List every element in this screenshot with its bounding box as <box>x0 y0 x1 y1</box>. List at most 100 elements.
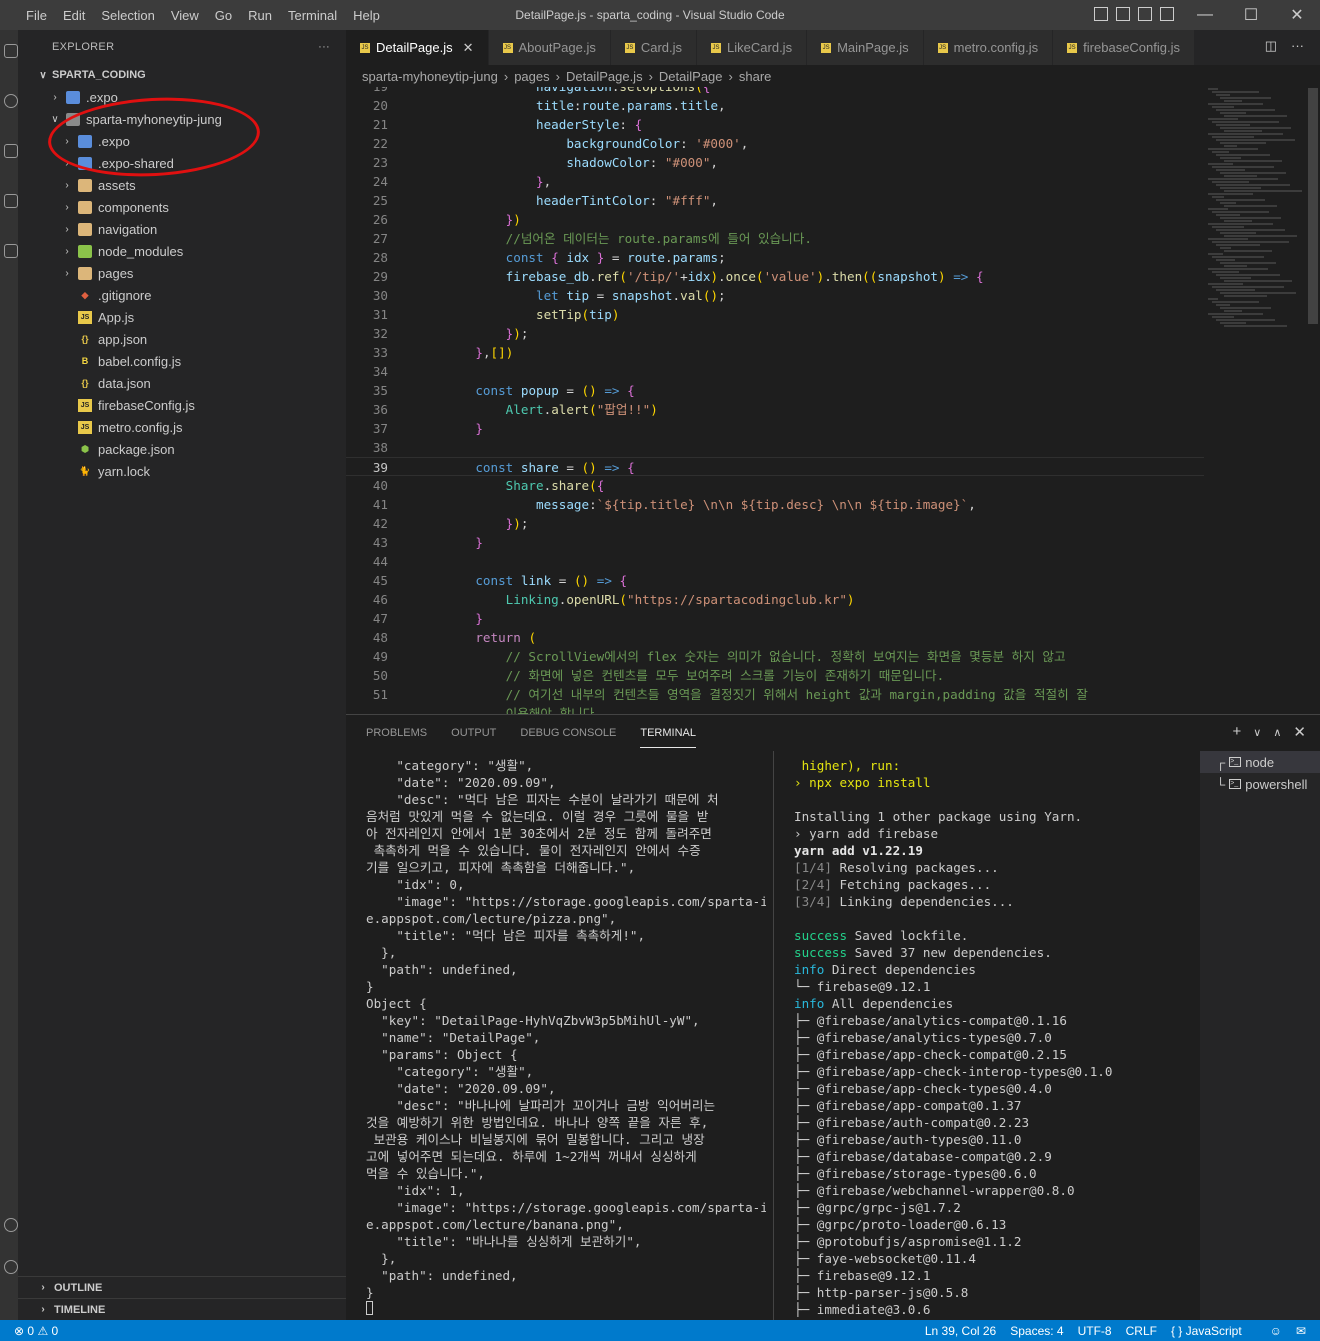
code-line[interactable]: 39 const share = () => { <box>346 457 1204 476</box>
menu-item[interactable]: Selection <box>93 8 162 23</box>
code-line[interactable]: 46 Linking.openURL("https://spartacoding… <box>346 590 1204 609</box>
account-icon[interactable] <box>4 1218 18 1232</box>
line-endings[interactable]: CRLF <box>1126 1324 1157 1338</box>
code-line[interactable]: 44 <box>346 552 1204 571</box>
menu-item[interactable]: File <box>18 8 55 23</box>
terminal-split-divider[interactable] <box>773 751 774 1321</box>
code-line[interactable]: 51 // 여기선 내부의 컨텐츠들 영역을 결정짓기 위해서 height 값… <box>346 685 1204 704</box>
timeline-section[interactable]: › TIMELINE <box>18 1298 346 1320</box>
code-line[interactable]: 35 const popup = () => { <box>346 381 1204 400</box>
code-line[interactable]: 이용해야 합니다. <box>346 704 1204 714</box>
split-editor-icon[interactable]: ◫ <box>1265 38 1277 54</box>
tree-item[interactable]: › navigation <box>18 218 346 240</box>
code-line[interactable]: 31 setTip(tip) <box>346 305 1204 324</box>
menu-item[interactable]: Help <box>345 8 388 23</box>
notifications-icon[interactable]: ✉ <box>1296 1324 1306 1338</box>
tree-item[interactable]: JS App.js <box>18 306 346 328</box>
code-line[interactable]: 47 } <box>346 609 1204 628</box>
chevron-up-icon[interactable]: ∧ <box>1273 726 1281 741</box>
outline-section[interactable]: › OUTLINE <box>18 1276 346 1298</box>
feedback-icon[interactable]: ☺ <box>1270 1324 1282 1338</box>
breadcrumb-item[interactable]: share <box>739 69 772 84</box>
code-line[interactable]: 50 // 화면에 넣은 컨텐츠를 모두 보여주려 스크롤 기능이 존재하기 때… <box>346 666 1204 685</box>
search-icon[interactable] <box>4 94 18 108</box>
code-line[interactable]: 25 headerTintColor: "#fff", <box>346 191 1204 210</box>
menu-item[interactable]: Run <box>240 8 280 23</box>
workspace-root[interactable]: ∨ SPARTA_CODING <box>18 64 346 86</box>
minimap[interactable] <box>1204 87 1320 387</box>
code-line[interactable]: 21 headerStyle: { <box>346 115 1204 134</box>
maximize-icon[interactable]: ☐ <box>1228 0 1274 30</box>
code-line[interactable]: 38 <box>346 438 1204 457</box>
code-line[interactable]: 40 Share.share({ <box>346 476 1204 495</box>
extensions-icon[interactable] <box>4 244 18 258</box>
code-line[interactable]: 29 firebase_db.ref('/tip/'+idx).once('va… <box>346 267 1204 286</box>
toggle-secondary-sidebar-icon[interactable] <box>1138 7 1152 21</box>
minimize-icon[interactable]: — <box>1182 0 1228 30</box>
code-line[interactable]: 42 }); <box>346 514 1204 533</box>
breadcrumb-item[interactable]: DetailPage <box>659 69 723 84</box>
close-tab-icon[interactable]: ✕ <box>463 40 474 56</box>
code-line[interactable]: 32 }); <box>346 324 1204 343</box>
editor-scrollbar[interactable] <box>1308 88 1318 324</box>
menu-item[interactable]: Terminal <box>280 8 345 23</box>
language-mode[interactable]: { } JavaScript <box>1171 1324 1256 1338</box>
problems-status[interactable]: ⊗ 0 ⚠ 0 <box>0 1324 58 1338</box>
tab-likecard-js[interactable]: JS LikeCard.js <box>697 30 808 65</box>
toggle-sidebar-icon[interactable] <box>1094 7 1108 21</box>
code-line[interactable]: 41 message:`${tip.title} \n\n ${tip.desc… <box>346 495 1204 514</box>
code-line[interactable]: 34 <box>346 362 1204 381</box>
tree-item[interactable]: › pages <box>18 262 346 284</box>
explorer-more-icon[interactable]: ··· <box>318 41 330 53</box>
tree-item[interactable]: {} data.json <box>18 372 346 394</box>
menu-item[interactable]: Edit <box>55 8 93 23</box>
cursor-position[interactable]: Ln 39, Col 26 <box>925 1324 996 1338</box>
tree-item[interactable]: JS metro.config.js <box>18 416 346 438</box>
tab-card-js[interactable]: JS Card.js <box>610 30 698 65</box>
terminal-powershell-output[interactable]: higher), run: › npx expo install Installin… <box>794 757 1194 1317</box>
terminal-node-output[interactable]: "category": "생활", "date": "2020.09.09", … <box>366 757 766 1317</box>
indentation[interactable]: Spaces: 4 <box>1010 1324 1063 1338</box>
close-panel-icon[interactable]: ✕ <box>1293 723 1306 741</box>
tab-mainpage-js[interactable]: JS MainPage.js <box>807 30 924 65</box>
tree-item[interactable]: ⬢ package.json <box>18 438 346 460</box>
code-line[interactable]: 33 },[]) <box>346 343 1204 362</box>
code-line[interactable]: 27 //넘어온 데이터는 route.params에 들어 있습니다. <box>346 229 1204 248</box>
toggle-panel-icon[interactable] <box>1116 7 1130 21</box>
breadcrumb-item[interactable]: pages <box>514 69 549 84</box>
terminal-item-node[interactable]: ┌ >_ node <box>1200 751 1320 773</box>
tree-item[interactable]: JS firebaseConfig.js <box>18 394 346 416</box>
source-control-icon[interactable] <box>4 144 18 158</box>
code-line[interactable]: 30 let tip = snapshot.val(); <box>346 286 1204 305</box>
code-line[interactable]: 48 return ( <box>346 628 1204 647</box>
code-line[interactable]: 49 // ScrollView에서의 flex 숫자는 의미가 없습니다. 정… <box>346 647 1204 666</box>
close-icon[interactable]: ✕ <box>1274 0 1320 30</box>
tree-item[interactable]: › node_modules <box>18 240 346 262</box>
customize-layout-icon[interactable] <box>1160 7 1174 21</box>
tree-item[interactable]: › components <box>18 196 346 218</box>
code-line[interactable]: 28 const { idx } = route.params; <box>346 248 1204 267</box>
terminal-item-powershell[interactable]: └ >_ powershell <box>1200 773 1320 795</box>
menu-item[interactable]: View <box>163 8 207 23</box>
tree-item[interactable]: {} app.json <box>18 328 346 350</box>
tab-terminal[interactable]: TERMINAL <box>640 719 696 748</box>
code-line[interactable]: 43 } <box>346 533 1204 552</box>
code-line[interactable]: 26 }) <box>346 210 1204 229</box>
explorer-icon[interactable] <box>4 44 18 58</box>
tree-item[interactable]: › assets <box>18 174 346 196</box>
code-line[interactable]: 23 shadowColor: "#000", <box>346 153 1204 172</box>
code-line[interactable]: 37 } <box>346 419 1204 438</box>
code-line[interactable]: 24 }, <box>346 172 1204 191</box>
chevron-down-icon[interactable]: ∨ <box>1253 726 1261 741</box>
tab-debug-console[interactable]: DEBUG CONSOLE <box>520 719 616 747</box>
code-line[interactable]: 19 navigation.setOptions({ <box>346 87 1204 96</box>
run-debug-icon[interactable] <box>4 194 18 208</box>
breadcrumb-item[interactable]: sparta-myhoneytip-jung <box>362 69 498 84</box>
tab-output[interactable]: OUTPUT <box>451 719 496 747</box>
breadcrumb-item[interactable]: DetailPage.js <box>566 69 643 84</box>
manage-gear-icon[interactable] <box>4 1260 18 1274</box>
code-line[interactable]: 45 const link = () => { <box>346 571 1204 590</box>
new-terminal-icon[interactable]: + <box>1233 723 1242 741</box>
encoding[interactable]: UTF-8 <box>1078 1324 1112 1338</box>
tab-firebaseconfig-js[interactable]: JS firebaseConfig.js <box>1053 30 1195 65</box>
